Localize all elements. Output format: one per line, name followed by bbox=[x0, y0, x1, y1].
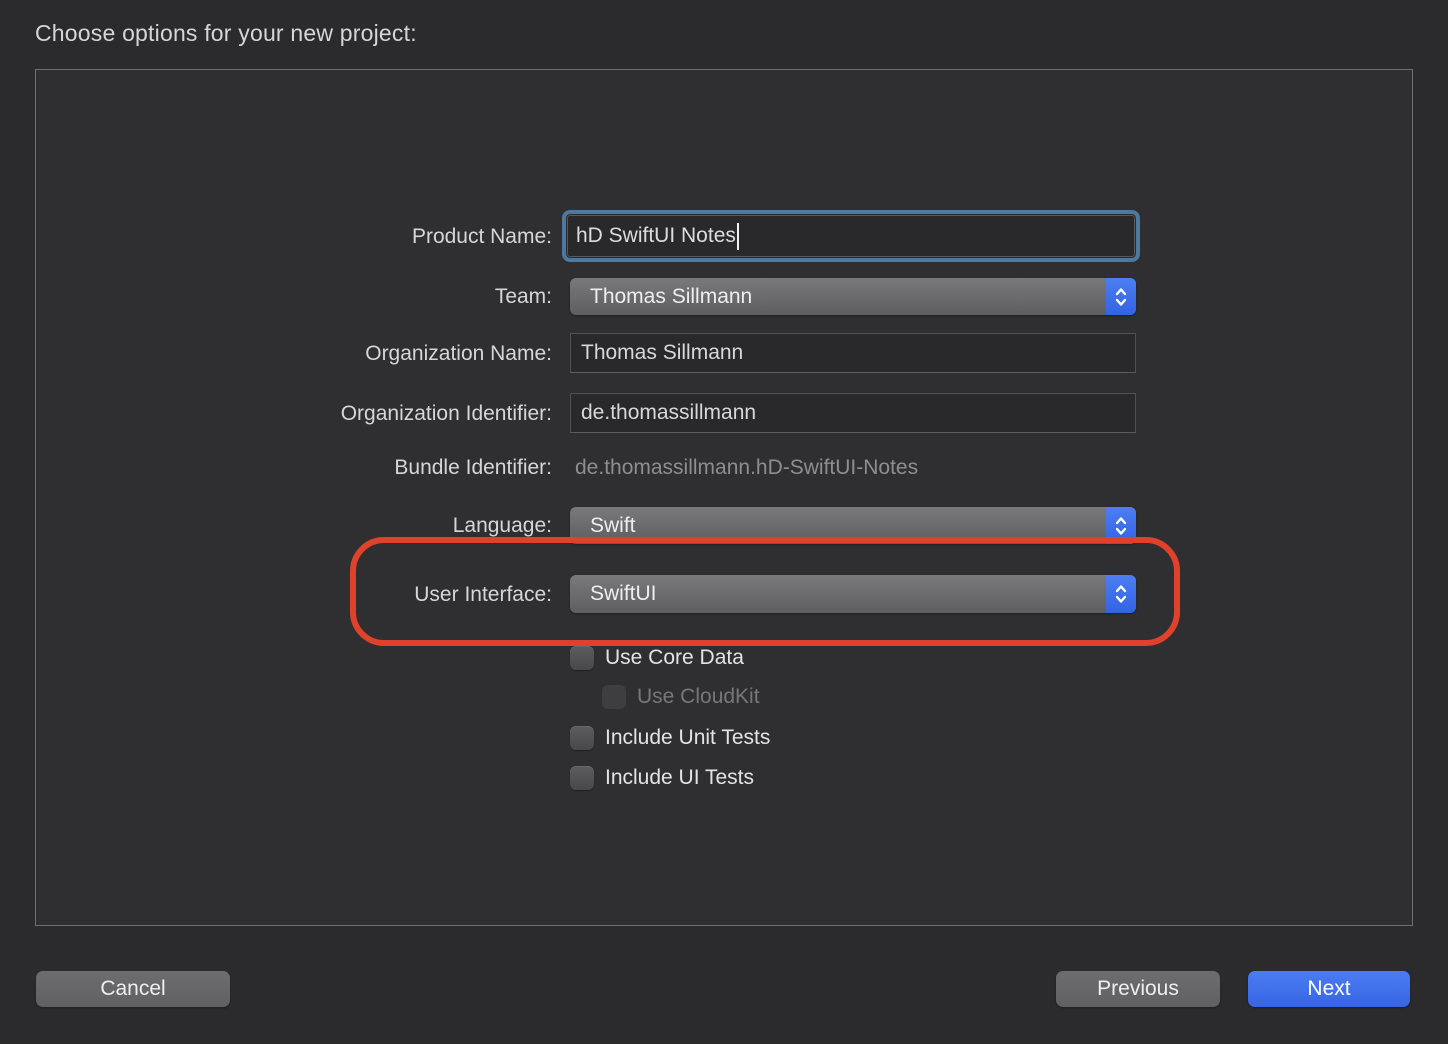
product-name-focus-ring: hD SwiftUI Notes bbox=[562, 210, 1140, 262]
product-name-input[interactable]: hD SwiftUI Notes bbox=[567, 215, 1135, 257]
team-dropdown-value: Thomas Sillmann bbox=[590, 284, 753, 308]
user-interface-dropdown[interactable]: SwiftUI bbox=[570, 575, 1136, 613]
organization-identifier-value: de.thomassillmann bbox=[581, 401, 757, 424]
user-interface-label: User Interface: bbox=[414, 583, 552, 606]
chevron-up-down-icon[interactable] bbox=[1106, 575, 1136, 613]
use-core-data-label: Use Core Data bbox=[605, 646, 744, 669]
next-button[interactable]: Next bbox=[1248, 971, 1410, 1007]
use-core-data-checkbox[interactable] bbox=[570, 646, 594, 670]
text-cursor bbox=[736, 222, 739, 250]
organization-name-value: Thomas Sillmann bbox=[581, 341, 744, 364]
organization-name-label: Organization Name: bbox=[365, 342, 552, 365]
include-ui-tests-label: Include UI Tests bbox=[605, 766, 755, 789]
cancel-button[interactable]: Cancel bbox=[36, 971, 230, 1007]
use-cloudkit-label: Use CloudKit bbox=[637, 685, 760, 708]
include-unit-tests-checkbox[interactable] bbox=[570, 726, 594, 750]
include-unit-tests-label: Include Unit Tests bbox=[605, 726, 771, 749]
team-dropdown[interactable]: Thomas Sillmann bbox=[570, 278, 1136, 315]
user-interface-dropdown-value: SwiftUI bbox=[590, 582, 657, 605]
page-title: Choose options for your new project: bbox=[35, 20, 417, 46]
include-ui-tests-checkbox[interactable] bbox=[570, 766, 594, 790]
organization-identifier-input[interactable]: de.thomassillmann bbox=[570, 393, 1136, 433]
options-panel bbox=[35, 69, 1413, 926]
language-dropdown[interactable]: Swift bbox=[570, 507, 1136, 544]
organization-name-input[interactable]: Thomas Sillmann bbox=[570, 333, 1136, 373]
use-core-data-row: Use Core Data bbox=[570, 645, 744, 671]
include-unit-tests-row: Include Unit Tests bbox=[570, 725, 770, 751]
use-cloudkit-row: Use CloudKit bbox=[602, 684, 760, 710]
product-name-label: Product Name: bbox=[411, 225, 552, 248]
chevron-up-down-icon[interactable] bbox=[1106, 278, 1136, 315]
product-name-value: hD SwiftUI Notes bbox=[576, 224, 736, 247]
chevron-up-down-icon[interactable] bbox=[1106, 507, 1136, 544]
language-label: Language: bbox=[452, 514, 552, 537]
include-ui-tests-row: Include UI Tests bbox=[570, 765, 754, 791]
bundle-identifier-value: de.thomassillmann.hD-SwiftUI-Notes bbox=[575, 456, 919, 479]
team-label: Team: bbox=[494, 285, 552, 308]
use-cloudkit-checkbox bbox=[602, 685, 626, 709]
language-dropdown-value: Swift bbox=[590, 513, 636, 537]
organization-identifier-label: Organization Identifier: bbox=[340, 402, 552, 425]
bundle-identifier-label: Bundle Identifier: bbox=[394, 456, 552, 479]
new-project-options-dialog: Choose options for your new project: Pro… bbox=[0, 0, 1448, 1044]
previous-button[interactable]: Previous bbox=[1056, 971, 1220, 1007]
